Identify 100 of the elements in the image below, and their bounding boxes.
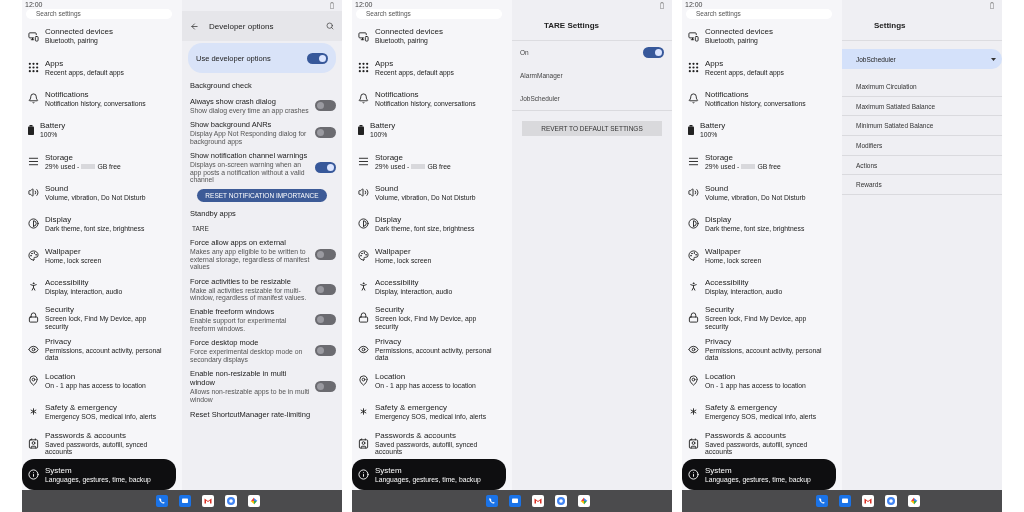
person-icon bbox=[688, 281, 699, 293]
item-title: Location bbox=[375, 371, 407, 381]
speaker-icon bbox=[688, 187, 699, 199]
item-title: System bbox=[705, 465, 733, 475]
item-title: Display bbox=[375, 215, 403, 225]
person-icon bbox=[28, 281, 39, 293]
message-icon[interactable] bbox=[839, 495, 851, 507]
contact-card-icon bbox=[28, 437, 39, 449]
asterisk-icon bbox=[358, 406, 369, 418]
item-title: Connected devices bbox=[375, 27, 445, 37]
pin-icon bbox=[28, 374, 39, 386]
lines-icon bbox=[688, 155, 699, 167]
pinwheel-icon[interactable] bbox=[248, 495, 260, 507]
item-title: Storage bbox=[375, 152, 405, 162]
item-title: Sound bbox=[375, 183, 400, 193]
mail-icon[interactable] bbox=[202, 495, 214, 507]
item-title: Accessibility bbox=[45, 277, 90, 287]
item-title: Connected devices bbox=[45, 27, 115, 37]
eye-icon bbox=[688, 343, 699, 355]
mail-icon[interactable] bbox=[532, 495, 544, 507]
item-title: Passwords & accounts bbox=[705, 430, 787, 440]
eye-icon bbox=[358, 343, 369, 355]
asterisk-icon bbox=[28, 406, 39, 418]
caret-icon bbox=[991, 57, 996, 61]
search-icon[interactable] bbox=[326, 22, 334, 30]
phone-icon[interactable] bbox=[156, 495, 168, 507]
lines-icon bbox=[358, 155, 369, 167]
palette-icon bbox=[688, 249, 699, 261]
item-title: Safety & emergency bbox=[45, 403, 119, 413]
browser-icon[interactable] bbox=[555, 495, 567, 507]
item-title: Wallpaper bbox=[45, 246, 82, 256]
item-title: Storage bbox=[705, 152, 735, 162]
item-title: Security bbox=[705, 305, 735, 315]
item-title: Passwords & accounts bbox=[375, 430, 457, 440]
toggle-switch[interactable] bbox=[315, 161, 336, 173]
toggle-switch[interactable] bbox=[315, 314, 336, 326]
item-title: Safety & emergency bbox=[705, 403, 779, 413]
lock-icon bbox=[358, 312, 369, 324]
lines-icon bbox=[28, 155, 39, 167]
item-title: Location bbox=[45, 371, 77, 381]
item-title: Sound bbox=[45, 183, 70, 193]
item-title: Battery bbox=[700, 121, 727, 131]
devices-icon bbox=[358, 30, 369, 42]
screen-title: TARE Settings bbox=[543, 21, 600, 30]
mail-icon[interactable] bbox=[862, 495, 874, 507]
battery-icon bbox=[990, 2, 994, 9]
palette-icon bbox=[358, 249, 369, 261]
speaker-icon bbox=[358, 187, 369, 199]
item-title: Notifications bbox=[375, 90, 420, 100]
contrast-icon bbox=[358, 218, 369, 230]
lock-icon bbox=[688, 312, 699, 324]
item-title: Wallpaper bbox=[375, 246, 412, 256]
browser-icon[interactable] bbox=[885, 495, 897, 507]
speaker-icon bbox=[28, 187, 39, 199]
item-title: Battery bbox=[370, 121, 397, 131]
contact-card-icon bbox=[358, 437, 369, 449]
toggle-switch[interactable] bbox=[315, 127, 336, 139]
screen-title: Settings bbox=[873, 21, 907, 30]
bell-icon bbox=[358, 93, 369, 105]
message-icon[interactable] bbox=[509, 495, 521, 507]
info-icon bbox=[28, 468, 39, 480]
item-title: Privacy bbox=[45, 336, 73, 346]
battery-icon bbox=[660, 2, 664, 9]
phone-icon[interactable] bbox=[486, 495, 498, 507]
item-title: Passwords & accounts bbox=[45, 430, 127, 440]
toggle-switch[interactable] bbox=[315, 249, 336, 261]
item-title: Privacy bbox=[375, 336, 403, 346]
item-title: Notifications bbox=[45, 90, 90, 100]
eye-icon bbox=[28, 343, 39, 355]
battery-icon bbox=[358, 125, 364, 136]
pinwheel-icon[interactable] bbox=[578, 495, 590, 507]
toggle-switch[interactable] bbox=[315, 345, 336, 357]
asterisk-icon bbox=[688, 406, 699, 418]
devices-icon bbox=[688, 30, 699, 42]
toggle-switch[interactable] bbox=[315, 380, 336, 392]
toggle-switch[interactable] bbox=[315, 283, 336, 295]
toggle-switch[interactable] bbox=[315, 100, 336, 112]
info-icon bbox=[358, 468, 369, 480]
phone-icon[interactable] bbox=[816, 495, 828, 507]
item-title: Privacy bbox=[705, 336, 733, 346]
back-icon[interactable] bbox=[190, 21, 199, 31]
browser-icon[interactable] bbox=[225, 495, 237, 507]
item-title: Apps bbox=[705, 58, 725, 68]
toggle-switch[interactable] bbox=[307, 52, 328, 64]
toggle-switch[interactable] bbox=[643, 47, 664, 58]
palette-icon bbox=[28, 249, 39, 261]
grid-icon bbox=[688, 62, 699, 73]
contrast-icon bbox=[28, 218, 39, 230]
contrast-icon bbox=[688, 218, 699, 230]
battery-icon bbox=[688, 125, 694, 136]
pinwheel-icon[interactable] bbox=[908, 495, 920, 507]
item-title: Sound bbox=[705, 183, 730, 193]
message-icon[interactable] bbox=[179, 495, 191, 507]
grid-icon bbox=[358, 62, 369, 73]
info-icon bbox=[688, 468, 699, 480]
contact-card-icon bbox=[688, 437, 699, 449]
item-title: Battery bbox=[40, 121, 67, 131]
item-title: Display bbox=[705, 215, 733, 225]
grid-icon bbox=[28, 62, 39, 73]
lock-icon bbox=[28, 312, 39, 324]
